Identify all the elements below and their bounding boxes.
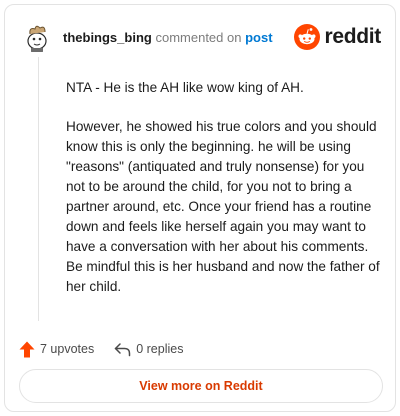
comment-meta: thebings_bing commented on post <box>63 30 273 45</box>
avatar[interactable] <box>21 21 53 53</box>
comment-body: NTA - He is the AH like wow king of AH. … <box>66 78 384 316</box>
comment-paragraph: However, he showed his true colors and y… <box>66 119 380 294</box>
comment-paragraph: NTA - He is the AH like wow king of AH. <box>66 80 304 95</box>
commented-on-text: commented on <box>155 30 242 45</box>
username-link[interactable]: thebings_bing <box>63 30 152 45</box>
comment-actions: 7 upvotes 0 replies <box>19 338 203 360</box>
upvote-count: 7 upvotes <box>40 342 95 356</box>
upvote-arrow-icon <box>19 341 35 357</box>
thread-line <box>38 57 39 321</box>
post-link[interactable]: post <box>245 30 272 45</box>
avatar-snoo-icon <box>21 21 53 53</box>
reply-button[interactable]: 0 replies <box>114 342 183 357</box>
reddit-logo-icon <box>294 24 321 50</box>
reddit-wordmark: reddit <box>324 25 381 48</box>
comment-card: thebings_bing commented on post reddit N… <box>4 4 396 412</box>
reply-arrow-icon <box>114 342 131 356</box>
reddit-brand[interactable]: reddit <box>294 23 381 51</box>
comment-header: thebings_bing commented on post reddit <box>19 17 381 57</box>
upvote-button[interactable]: 7 upvotes <box>19 341 94 358</box>
view-more-button[interactable]: View more on Reddit <box>19 369 383 403</box>
reply-count: 0 replies <box>136 342 184 356</box>
